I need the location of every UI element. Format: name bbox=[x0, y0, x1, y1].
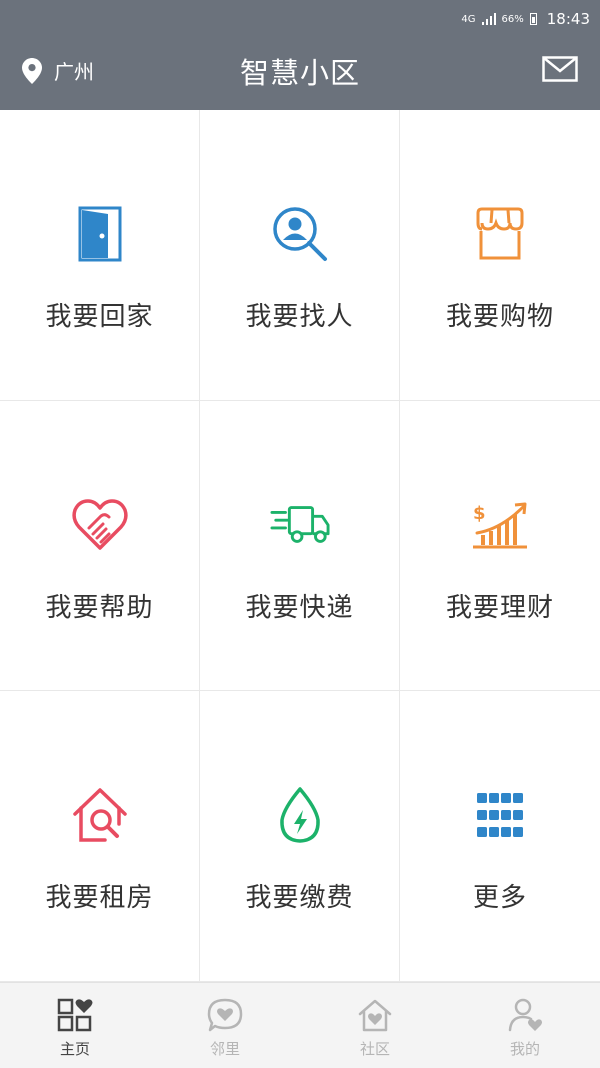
status-bar: 4G 66% 18:43 bbox=[461, 8, 590, 30]
tab-community[interactable]: 社区 bbox=[300, 983, 450, 1068]
mail-button[interactable] bbox=[542, 56, 578, 86]
grid-item-label: 我要找人 bbox=[245, 302, 354, 332]
grid-item-find-person[interactable]: 我要找人 bbox=[200, 110, 400, 401]
person-heart-icon bbox=[508, 998, 542, 1032]
bottom-tab-bar: 主页 邻里 社区 我的 bbox=[0, 982, 600, 1068]
grid-item-label: 我要帮助 bbox=[45, 593, 154, 623]
grid-item-pay-bills[interactable]: 我要缴费 bbox=[200, 691, 400, 982]
clock: 18:43 bbox=[546, 10, 590, 28]
chat-heart-icon bbox=[207, 998, 243, 1032]
handshake-heart-icon bbox=[70, 495, 130, 555]
grid-item-label: 我要快递 bbox=[245, 593, 354, 623]
house-heart-icon bbox=[358, 999, 392, 1032]
grid-item-help[interactable]: 我要帮助 bbox=[0, 401, 200, 691]
tab-label: 邻里 bbox=[209, 1040, 240, 1058]
svg-text:$: $ bbox=[473, 503, 486, 524]
signal-icon bbox=[481, 13, 496, 25]
tab-label: 我的 bbox=[509, 1040, 540, 1058]
grid-more-icon bbox=[470, 785, 530, 845]
grid-item-finance[interactable]: $ 我要理财 bbox=[400, 401, 600, 691]
grid-item-shopping[interactable]: 我要购物 bbox=[400, 110, 600, 401]
tab-home[interactable]: 主页 bbox=[0, 983, 150, 1068]
feature-grid: 我要回家 我要找人 我要购物 我要帮助 我要快递 $ 我要理财 我要租房 我要缴… bbox=[0, 110, 600, 982]
grid-item-express[interactable]: 我要快递 bbox=[200, 401, 400, 691]
mail-icon bbox=[542, 56, 578, 82]
header: 4G 66% 18:43 广州 智慧小区 bbox=[0, 0, 600, 110]
grid-item-rent-house[interactable]: 我要租房 bbox=[0, 691, 200, 982]
grid-item-label: 我要回家 bbox=[45, 302, 154, 332]
grid-item-more[interactable]: 更多 bbox=[400, 691, 600, 982]
page-title: 智慧小区 bbox=[239, 56, 360, 90]
finance-chart-icon: $ bbox=[470, 495, 530, 555]
tab-neighbors[interactable]: 邻里 bbox=[150, 983, 300, 1068]
grid-item-label: 我要租房 bbox=[45, 883, 154, 913]
grid-item-label: 我要理财 bbox=[445, 593, 554, 623]
network-type: 4G bbox=[461, 13, 476, 25]
tab-label: 社区 bbox=[359, 1040, 390, 1058]
shop-icon bbox=[470, 204, 530, 264]
tab-label: 主页 bbox=[59, 1040, 90, 1058]
grid-item-label: 更多 bbox=[472, 883, 527, 913]
home-grid-icon bbox=[57, 998, 93, 1032]
search-person-icon bbox=[270, 204, 330, 264]
house-search-icon bbox=[70, 785, 130, 845]
battery-icon bbox=[529, 13, 537, 25]
delivery-truck-icon bbox=[269, 495, 330, 555]
grid-item-label: 我要缴费 bbox=[245, 883, 354, 913]
battery-percent: 66% bbox=[501, 13, 524, 25]
tab-mine[interactable]: 我的 bbox=[450, 983, 600, 1068]
energy-drop-icon bbox=[270, 785, 330, 845]
grid-item-go-home[interactable]: 我要回家 bbox=[0, 110, 200, 401]
grid-item-label: 我要购物 bbox=[445, 302, 554, 332]
door-icon bbox=[70, 204, 130, 264]
